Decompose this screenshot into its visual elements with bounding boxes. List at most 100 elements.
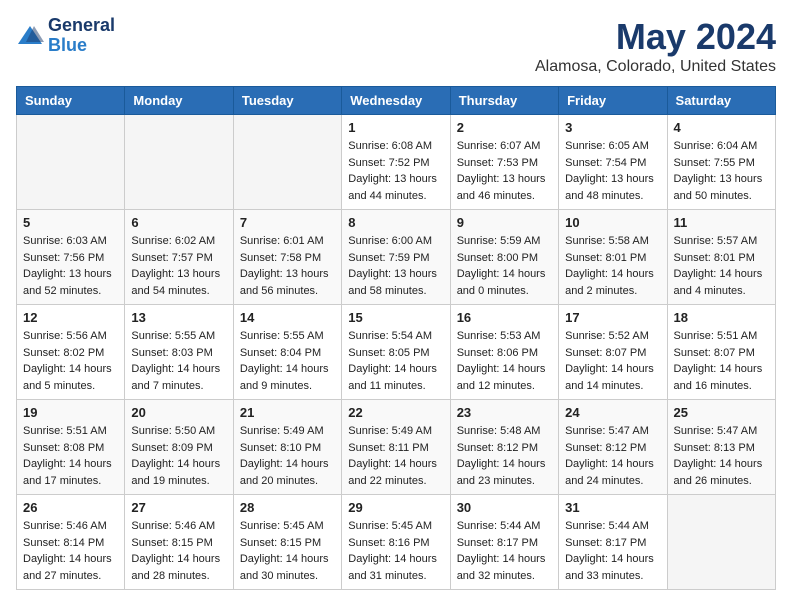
day-number: 8 xyxy=(348,215,443,230)
day-number: 22 xyxy=(348,405,443,420)
day-info: Sunrise: 5:59 AMSunset: 8:00 PMDaylight:… xyxy=(457,233,552,299)
day-number: 10 xyxy=(565,215,660,230)
day-cell: 22 Sunrise: 5:49 AMSunset: 8:11 PMDayligh… xyxy=(342,400,450,495)
day-info: Sunrise: 5:51 AMSunset: 8:08 PMDaylight:… xyxy=(23,423,118,489)
day-info: Sunrise: 5:55 AMSunset: 8:04 PMDaylight:… xyxy=(240,328,335,394)
day-info: Sunrise: 5:46 AMSunset: 8:15 PMDaylight:… xyxy=(131,518,226,584)
day-number: 3 xyxy=(565,120,660,135)
weekday-header: Saturday xyxy=(667,87,775,115)
day-info: Sunrise: 5:45 AMSunset: 8:15 PMDaylight:… xyxy=(240,518,335,584)
day-cell: 29 Sunrise: 5:45 AMSunset: 8:16 PMDayligh… xyxy=(342,495,450,590)
day-cell: 28 Sunrise: 5:45 AMSunset: 8:15 PMDayligh… xyxy=(233,495,341,590)
day-number: 23 xyxy=(457,405,552,420)
day-info: Sunrise: 6:04 AMSunset: 7:55 PMDaylight:… xyxy=(674,138,769,204)
day-number: 19 xyxy=(23,405,118,420)
day-number: 18 xyxy=(674,310,769,325)
day-number: 25 xyxy=(674,405,769,420)
logo: General Blue xyxy=(16,16,115,56)
day-info: Sunrise: 5:50 AMSunset: 8:09 PMDaylight:… xyxy=(131,423,226,489)
day-cell: 10 Sunrise: 5:58 AMSunset: 8:01 PMDayligh… xyxy=(559,210,667,305)
day-info: Sunrise: 5:56 AMSunset: 8:02 PMDaylight:… xyxy=(23,328,118,394)
day-cell: 30 Sunrise: 5:44 AMSunset: 8:17 PMDayligh… xyxy=(450,495,558,590)
weekday-header: Sunday xyxy=(17,87,125,115)
day-number: 29 xyxy=(348,500,443,515)
day-cell: 9 Sunrise: 5:59 AMSunset: 8:00 PMDaylight… xyxy=(450,210,558,305)
day-number: 5 xyxy=(23,215,118,230)
day-info: Sunrise: 5:45 AMSunset: 8:16 PMDaylight:… xyxy=(348,518,443,584)
day-cell: 2 Sunrise: 6:07 AMSunset: 7:53 PMDaylight… xyxy=(450,115,558,210)
day-info: Sunrise: 5:54 AMSunset: 8:05 PMDaylight:… xyxy=(348,328,443,394)
day-cell: 11 Sunrise: 5:57 AMSunset: 8:01 PMDayligh… xyxy=(667,210,775,305)
day-info: Sunrise: 5:48 AMSunset: 8:12 PMDaylight:… xyxy=(457,423,552,489)
empty-cell xyxy=(667,495,775,590)
day-info: Sunrise: 5:53 AMSunset: 8:06 PMDaylight:… xyxy=(457,328,552,394)
day-number: 4 xyxy=(674,120,769,135)
day-number: 28 xyxy=(240,500,335,515)
day-cell: 14Sunrise: 5:55 AMSunset: 8:04 PMDayligh… xyxy=(233,305,341,400)
day-info: Sunrise: 6:03 AMSunset: 7:56 PMDaylight:… xyxy=(23,233,118,299)
day-info: Sunrise: 5:52 AMSunset: 8:07 PMDaylight:… xyxy=(565,328,660,394)
day-info: Sunrise: 6:01 AMSunset: 7:58 PMDaylight:… xyxy=(240,233,335,299)
subtitle: Alamosa, Colorado, United States xyxy=(535,58,776,76)
day-info: Sunrise: 6:07 AMSunset: 7:53 PMDaylight:… xyxy=(457,138,552,204)
weekday-header: Tuesday xyxy=(233,87,341,115)
day-number: 21 xyxy=(240,405,335,420)
logo-text: General Blue xyxy=(48,16,115,56)
day-info: Sunrise: 5:55 AMSunset: 8:03 PMDaylight:… xyxy=(131,328,226,394)
day-info: Sunrise: 6:05 AMSunset: 7:54 PMDaylight:… xyxy=(565,138,660,204)
weekday-header: Wednesday xyxy=(342,87,450,115)
day-info: Sunrise: 5:58 AMSunset: 8:01 PMDaylight:… xyxy=(565,233,660,299)
day-info: Sunrise: 5:49 AMSunset: 8:11 PMDaylight:… xyxy=(348,423,443,489)
day-number: 31 xyxy=(565,500,660,515)
day-cell: 6 Sunrise: 6:02 AMSunset: 7:57 PMDaylight… xyxy=(125,210,233,305)
day-info: Sunrise: 5:49 AMSunset: 8:10 PMDaylight:… xyxy=(240,423,335,489)
day-number: 2 xyxy=(457,120,552,135)
day-cell: 4 Sunrise: 6:04 AMSunset: 7:55 PMDaylight… xyxy=(667,115,775,210)
calendar-table: SundayMondayTuesdayWednesdayThursdayFrid… xyxy=(16,86,776,590)
main-title: May 2024 xyxy=(535,16,776,58)
day-number: 1 xyxy=(348,120,443,135)
day-number: 15 xyxy=(348,310,443,325)
weekday-header: Friday xyxy=(559,87,667,115)
day-cell: 25Sunrise: 5:47 AMSunset: 8:13 PMDayligh… xyxy=(667,400,775,495)
weekday-header: Monday xyxy=(125,87,233,115)
day-info: Sunrise: 5:51 AMSunset: 8:07 PMDaylight:… xyxy=(674,328,769,394)
day-cell: 31 Sunrise: 5:44 AMSunset: 8:17 PMDayligh… xyxy=(559,495,667,590)
day-cell: 19 Sunrise: 5:51 AMSunset: 8:08 PMDayligh… xyxy=(17,400,125,495)
day-cell: 23 Sunrise: 5:48 AMSunset: 8:12 PMDayligh… xyxy=(450,400,558,495)
day-cell: 26 Sunrise: 5:46 AMSunset: 8:14 PMDayligh… xyxy=(17,495,125,590)
day-cell: 15 Sunrise: 5:54 AMSunset: 8:05 PMDayligh… xyxy=(342,305,450,400)
day-cell: 17 Sunrise: 5:52 AMSunset: 8:07 PMDayligh… xyxy=(559,305,667,400)
empty-cell xyxy=(233,115,341,210)
day-info: Sunrise: 5:44 AMSunset: 8:17 PMDaylight:… xyxy=(457,518,552,584)
day-number: 6 xyxy=(131,215,226,230)
day-number: 16 xyxy=(457,310,552,325)
day-number: 7 xyxy=(240,215,335,230)
day-number: 30 xyxy=(457,500,552,515)
day-cell: 7 Sunrise: 6:01 AMSunset: 7:58 PMDaylight… xyxy=(233,210,341,305)
day-info: Sunrise: 6:02 AMSunset: 7:57 PMDaylight:… xyxy=(131,233,226,299)
day-info: Sunrise: 5:57 AMSunset: 8:01 PMDaylight:… xyxy=(674,233,769,299)
day-number: 9 xyxy=(457,215,552,230)
day-number: 20 xyxy=(131,405,226,420)
day-cell: 8 Sunrise: 6:00 AMSunset: 7:59 PMDaylight… xyxy=(342,210,450,305)
day-info: Sunrise: 5:47 AMSunset: 8:12 PMDaylight:… xyxy=(565,423,660,489)
day-number: 27 xyxy=(131,500,226,515)
day-cell: 3 Sunrise: 6:05 AMSunset: 7:54 PMDaylight… xyxy=(559,115,667,210)
empty-cell xyxy=(125,115,233,210)
day-number: 13 xyxy=(131,310,226,325)
day-number: 26 xyxy=(23,500,118,515)
day-info: Sunrise: 6:00 AMSunset: 7:59 PMDaylight:… xyxy=(348,233,443,299)
day-number: 17 xyxy=(565,310,660,325)
day-cell: 16 Sunrise: 5:53 AMSunset: 8:06 PMDayligh… xyxy=(450,305,558,400)
day-cell: 5 Sunrise: 6:03 AMSunset: 7:56 PMDaylight… xyxy=(17,210,125,305)
logo-icon xyxy=(16,24,44,48)
day-cell: 13 Sunrise: 5:55 AMSunset: 8:03 PMDayligh… xyxy=(125,305,233,400)
title-area: May 2024 Alamosa, Colorado, United State… xyxy=(535,16,776,76)
day-number: 11 xyxy=(674,215,769,230)
empty-cell xyxy=(17,115,125,210)
day-info: Sunrise: 5:44 AMSunset: 8:17 PMDaylight:… xyxy=(565,518,660,584)
day-cell: 24Sunrise: 5:47 AMSunset: 8:12 PMDayligh… xyxy=(559,400,667,495)
day-number: 12 xyxy=(23,310,118,325)
day-info: Sunrise: 5:46 AMSunset: 8:14 PMDaylight:… xyxy=(23,518,118,584)
